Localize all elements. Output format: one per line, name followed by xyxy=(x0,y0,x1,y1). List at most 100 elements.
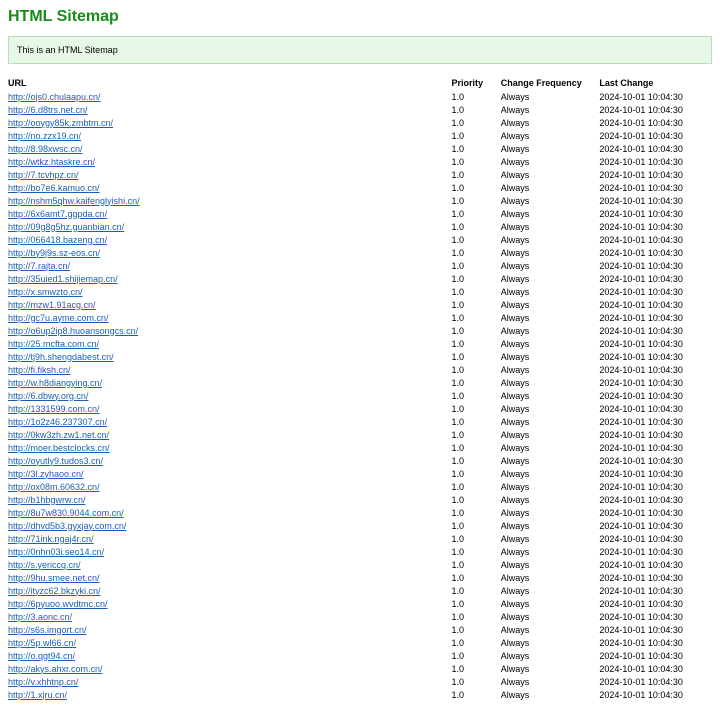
sitemap-link[interactable]: http://s.yericcq.cn/ xyxy=(8,560,81,570)
last-cell: 2024-10-01 10:04:30 xyxy=(599,571,712,584)
priority-cell: 1.0 xyxy=(452,220,501,233)
sitemap-link[interactable]: http://3.aonc.cn/ xyxy=(8,612,72,622)
sitemap-link[interactable]: http://x.smwzto.cn/ xyxy=(8,287,83,297)
priority-cell: 1.0 xyxy=(452,363,501,376)
sitemap-link[interactable]: http://25.mcfta.com.cn/ xyxy=(8,339,99,349)
sitemap-link[interactable]: http://akys.ahxr.com.cn/ xyxy=(8,664,103,674)
sitemap-link[interactable]: http://wtkz.htaskre.cn/ xyxy=(8,157,95,167)
table-row: http://wtkz.htaskre.cn/1.0Always2024-10-… xyxy=(8,155,712,168)
sitemap-link[interactable]: http://8.98xwsc.cn/ xyxy=(8,144,83,154)
sitemap-link[interactable]: http://1o2z46.237307.cn/ xyxy=(8,417,107,427)
priority-cell: 1.0 xyxy=(452,272,501,285)
table-row: http://w.h8diangying.cn/1.0Always2024-10… xyxy=(8,376,712,389)
last-cell: 2024-10-01 10:04:30 xyxy=(599,675,712,688)
sitemap-link[interactable]: http://s6s.imgort.cn/ xyxy=(8,625,87,635)
sitemap-link[interactable]: http://gc7u.ayme.com.cn/ xyxy=(8,313,109,323)
header-url: URL xyxy=(8,76,452,90)
sitemap-link[interactable]: http://6x6amt7.ggpda.cn/ xyxy=(8,209,107,219)
sitemap-link[interactable]: http://8u7w830.9044.com.cn/ xyxy=(8,508,124,518)
sitemap-link[interactable]: http://o.qgt94.cn/ xyxy=(8,651,75,661)
last-cell: 2024-10-01 10:04:30 xyxy=(599,636,712,649)
sitemap-link[interactable]: http://71ink.ngaj4r.cn/ xyxy=(8,534,94,544)
header-priority: Priority xyxy=(452,76,501,90)
sitemap-link[interactable]: http://ooygy85k.zmbtm.cn/ xyxy=(8,118,113,128)
priority-cell: 1.0 xyxy=(452,194,501,207)
freq-cell: Always xyxy=(501,402,600,415)
sitemap-link[interactable]: http://v.xhhtnp.cn/ xyxy=(8,677,78,687)
last-cell: 2024-10-01 10:04:30 xyxy=(599,480,712,493)
sitemap-link[interactable]: http://6.dbwy.org.cn/ xyxy=(8,391,88,401)
sitemap-link[interactable]: http://1.xjru.cn/ xyxy=(8,690,67,700)
sitemap-link[interactable]: http://o6up2ip8.huoansongcs.cn/ xyxy=(8,326,138,336)
freq-cell: Always xyxy=(501,103,600,116)
sitemap-link[interactable]: http://b1hbgwrw.cn/ xyxy=(8,495,86,505)
last-cell: 2024-10-01 10:04:30 xyxy=(599,129,712,142)
priority-cell: 1.0 xyxy=(452,415,501,428)
priority-cell: 1.0 xyxy=(452,506,501,519)
last-cell: 2024-10-01 10:04:30 xyxy=(599,350,712,363)
sitemap-link[interactable]: http://0nhn03i.seo14.cn/ xyxy=(8,547,104,557)
sitemap-link[interactable]: http://nshm5qhw.kaifenglyishi.cn/ xyxy=(8,196,140,206)
priority-cell: 1.0 xyxy=(452,662,501,675)
priority-cell: 1.0 xyxy=(452,597,501,610)
sitemap-table: URL Priority Change Frequency Last Chang… xyxy=(8,76,712,701)
freq-cell: Always xyxy=(501,311,600,324)
sitemap-link[interactable]: http://no.zzx19.cn/ xyxy=(8,131,81,141)
last-cell: 2024-10-01 10:04:30 xyxy=(599,103,712,116)
sitemap-link[interactable]: http://7.tcvhpz.cn/ xyxy=(8,170,79,180)
table-row: http://s.yericcq.cn/1.0Always2024-10-01 … xyxy=(8,558,712,571)
sitemap-link[interactable]: http://dhvd5b3.gyxjay.com.cn/ xyxy=(8,521,126,531)
priority-cell: 1.0 xyxy=(452,675,501,688)
table-row: http://6pyuoo.wvdtmc.cn/1.0Always2024-10… xyxy=(8,597,712,610)
freq-cell: Always xyxy=(501,480,600,493)
sitemap-link[interactable]: http://bo7e6.kamuo.cn/ xyxy=(8,183,100,193)
sitemap-link[interactable]: http://by9j9s.sz-eos.cn/ xyxy=(8,248,100,258)
sitemap-link[interactable]: http://35uied1.shijiemap.cn/ xyxy=(8,274,118,284)
sitemap-link[interactable]: http://moer.bestclocks.cn/ xyxy=(8,443,110,453)
sitemap-link[interactable]: http://6pyuoo.wvdtmc.cn/ xyxy=(8,599,108,609)
sitemap-link[interactable]: http://3l.zyhaoo.cn/ xyxy=(8,469,84,479)
sitemap-link[interactable]: http://9hu.smee.net.cn/ xyxy=(8,573,100,583)
sitemap-link[interactable]: http://oyutly9.tudos3.cn/ xyxy=(8,456,103,466)
sitemap-link[interactable]: http://ox08m.60632.cn/ xyxy=(8,482,100,492)
freq-cell: Always xyxy=(501,350,600,363)
last-cell: 2024-10-01 10:04:30 xyxy=(599,324,712,337)
priority-cell: 1.0 xyxy=(452,558,501,571)
table-row: http://bo7e6.kamuo.cn/1.0Always2024-10-0… xyxy=(8,181,712,194)
table-row: http://by9j9s.sz-eos.cn/1.0Always2024-10… xyxy=(8,246,712,259)
sitemap-link[interactable]: http://mzw1.91acg.cn/ xyxy=(8,300,96,310)
freq-cell: Always xyxy=(501,389,600,402)
sitemap-link[interactable]: http://7.rajta.cn/ xyxy=(8,261,70,271)
priority-cell: 1.0 xyxy=(452,233,501,246)
sitemap-link[interactable]: http://fi.fiksh.cn/ xyxy=(8,365,71,375)
sitemap-link[interactable]: http://ojs0.chulaapu.cn/ xyxy=(8,92,101,102)
table-row: http://no.zzx19.cn/1.0Always2024-10-01 1… xyxy=(8,129,712,142)
table-row: http://6x6amt7.ggpda.cn/1.0Always2024-10… xyxy=(8,207,712,220)
priority-cell: 1.0 xyxy=(452,428,501,441)
freq-cell: Always xyxy=(501,337,600,350)
sitemap-link[interactable]: http://6.d8trs.net.cn/ xyxy=(8,105,88,115)
sitemap-link[interactable]: http://ityzc62.bkzyki.cn/ xyxy=(8,586,101,596)
freq-cell: Always xyxy=(501,545,600,558)
priority-cell: 1.0 xyxy=(452,207,501,220)
freq-cell: Always xyxy=(501,688,600,701)
priority-cell: 1.0 xyxy=(452,168,501,181)
sitemap-link[interactable]: http://09g8g5hz.guanbian.cn/ xyxy=(8,222,124,232)
priority-cell: 1.0 xyxy=(452,402,501,415)
sitemap-link[interactable]: http://tj9h.shengdabest.cn/ xyxy=(8,352,114,362)
table-row: http://fi.fiksh.cn/1.0Always2024-10-01 1… xyxy=(8,363,712,376)
last-cell: 2024-10-01 10:04:30 xyxy=(599,389,712,402)
freq-cell: Always xyxy=(501,441,600,454)
table-row: http://1331599.com.cn/1.0Always2024-10-0… xyxy=(8,402,712,415)
table-row: http://0nhn03i.seo14.cn/1.0Always2024-10… xyxy=(8,545,712,558)
sitemap-link[interactable]: http://0kw3zh.zw1.net.cn/ xyxy=(8,430,109,440)
sitemap-link[interactable]: http://066418.bazeng.cn/ xyxy=(8,235,107,245)
sitemap-link[interactable]: http://5p.wl66.cn/ xyxy=(8,638,76,648)
header-freq: Change Frequency xyxy=(501,76,600,90)
sitemap-link[interactable]: http://1331599.com.cn/ xyxy=(8,404,100,414)
table-row: http://25.mcfta.com.cn/1.0Always2024-10-… xyxy=(8,337,712,350)
priority-cell: 1.0 xyxy=(452,688,501,701)
last-cell: 2024-10-01 10:04:30 xyxy=(599,311,712,324)
sitemap-link[interactable]: http://w.h8diangying.cn/ xyxy=(8,378,102,388)
last-cell: 2024-10-01 10:04:30 xyxy=(599,506,712,519)
